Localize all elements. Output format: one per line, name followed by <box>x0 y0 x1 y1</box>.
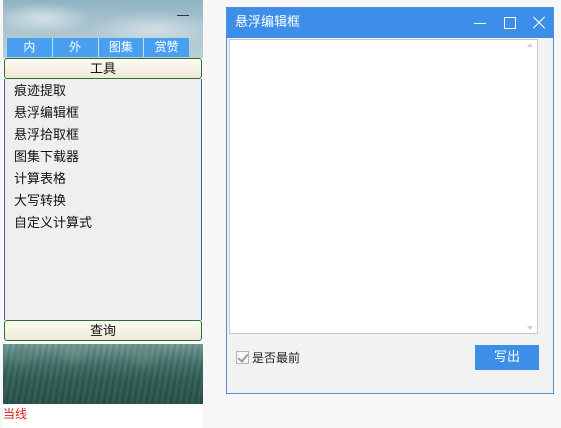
tool-list: 痕迹提取 悬浮编辑框 悬浮拾取框 图集下载器 计算表格 大写转换 自定义计算式 <box>4 79 202 320</box>
close-icon[interactable] <box>532 16 546 30</box>
tab-appreciate[interactable]: 赏赞 <box>144 38 189 57</box>
minimize-icon[interactable] <box>473 16 487 30</box>
list-item-custom-formula[interactable]: 自定义计算式 <box>5 213 201 235</box>
list-item-atlas-downloader[interactable]: 图集下载器 <box>5 147 201 169</box>
scroll-up-arrow-icon[interactable] <box>527 43 533 47</box>
minimize-icon[interactable] <box>177 10 189 20</box>
write-out-button[interactable]: 写出 <box>475 345 539 370</box>
topmost-checkbox[interactable] <box>236 350 249 364</box>
tab-inner[interactable]: 内 <box>7 38 53 57</box>
list-item-calc-table[interactable]: 计算表格 <box>5 169 201 191</box>
tab-bar: 内 外 图集 赏赞 <box>7 38 189 57</box>
status-text: 当线 <box>3 407 28 421</box>
list-item-uppercase-convert[interactable]: 大写转换 <box>5 191 201 213</box>
floating-editor-dialog: 悬浮编辑框 是否最前 写出 <box>226 7 554 394</box>
editor-scrollbar[interactable] <box>524 40 537 333</box>
query-button[interactable]: 查询 <box>4 320 202 341</box>
forest-background-image <box>3 344 203 404</box>
scroll-down-arrow-icon[interactable] <box>527 326 533 330</box>
dialog-title: 悬浮编辑框 <box>235 15 301 30</box>
topmost-label: 是否最前 <box>252 350 301 365</box>
list-item-trace-extract[interactable]: 痕迹提取 <box>5 81 201 103</box>
tab-outer[interactable]: 外 <box>53 38 99 57</box>
tab-atlas[interactable]: 图集 <box>99 38 145 57</box>
maximize-icon[interactable] <box>503 16 517 30</box>
list-item-floating-editor[interactable]: 悬浮编辑框 <box>5 103 201 125</box>
topmost-option[interactable]: 是否最前 <box>236 349 300 365</box>
tool-panel: 内 外 图集 赏赞 工具 痕迹提取 悬浮编辑框 悬浮拾取框 图集下载器 计算表格… <box>3 0 203 428</box>
list-item-floating-picker[interactable]: 悬浮拾取框 <box>5 125 201 147</box>
editor-textarea[interactable] <box>229 39 538 334</box>
title-bar[interactable]: 悬浮编辑框 <box>227 8 553 38</box>
tools-button[interactable]: 工具 <box>4 58 202 79</box>
